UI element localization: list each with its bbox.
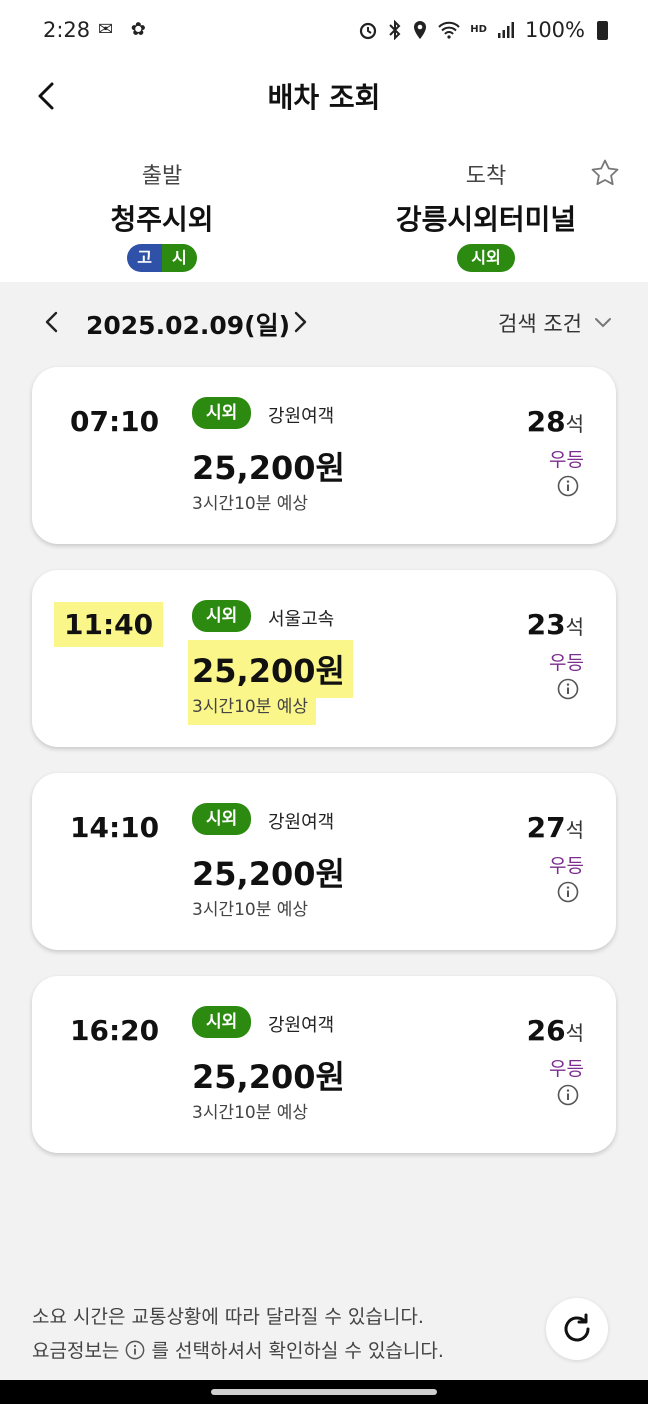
bus-type-badge: 시외 <box>192 600 252 632</box>
bus-card[interactable]: 16:20 시외 강원여객 25,200원 3시간10분 예상 26석 우등 <box>32 976 616 1153</box>
fare-price: 25,200원 <box>192 644 349 694</box>
intercity-tag: 시 <box>162 244 197 272</box>
alarm-icon <box>360 22 377 40</box>
seat-class: 우등 <box>549 855 584 877</box>
route-summary: 출발 청주시외 고 시 도착 강릉시외터미널 시외 <box>0 130 648 282</box>
bus-company: 서울고속 <box>268 609 335 630</box>
seat-count: 26 <box>526 1014 566 1047</box>
bus-company: 강원여객 <box>268 812 335 833</box>
bus-company: 강원여객 <box>268 406 335 427</box>
trip-duration: 3시간10분 예상 <box>192 494 309 514</box>
express-tag: 고 <box>127 244 162 272</box>
remaining-seats: 28석 <box>527 405 584 438</box>
departure-label: 출발 <box>141 164 183 189</box>
arrival-section: 도착 강릉시외터미널 시외 <box>324 130 648 272</box>
chevron-left-icon[interactable] <box>40 308 64 336</box>
refresh-button[interactable] <box>546 1298 608 1360</box>
bus-type-badge: 시외 <box>192 803 252 835</box>
seat-unit: 석 <box>565 818 584 842</box>
refresh-icon <box>564 1313 590 1342</box>
notice-line-2-after: 를 선택하셔서 확인하실 수 있습니다. <box>151 1340 444 1362</box>
info-icon <box>126 1340 145 1360</box>
trip-duration: 3시간10분 예상 <box>192 900 309 920</box>
bus-card[interactable]: 07:10 시외 강원여객 25,200원 3시간10분 예상 28석 우등 <box>32 367 616 544</box>
departure-section: 출발 청주시외 고 시 <box>0 130 324 272</box>
bluetooth-icon <box>389 20 401 40</box>
fare-price: 25,200원 <box>192 855 345 893</box>
notification-icons: ✉ ✿ <box>98 19 152 40</box>
selected-date: 2025.02.09(일) <box>86 311 291 340</box>
status-time: 2:28 <box>43 18 91 42</box>
bus-type-badge: 시외 <box>192 1006 252 1038</box>
seat-class: 우등 <box>549 1058 584 1080</box>
app-bar: 배차 조회 <box>0 64 648 130</box>
seat-unit: 석 <box>565 1021 584 1045</box>
departure-time: 07:10 <box>70 405 160 438</box>
intercity-tag: 시외 <box>457 244 515 272</box>
info-icon[interactable] <box>557 475 579 497</box>
fare-price: 25,200원 <box>192 449 345 487</box>
remaining-seats: 27석 <box>527 811 584 844</box>
fare-price: 25,200원 <box>192 1058 345 1096</box>
search-filter-button[interactable]: 검색 조건 <box>498 308 612 338</box>
notice-line-2: 요금정보는 를 선택하셔서 확인하실 수 있습니다. <box>32 1334 444 1368</box>
system-nav-bar <box>0 1380 648 1404</box>
seat-unit: 석 <box>565 412 584 436</box>
departure-time: 14:10 <box>70 811 160 844</box>
home-gesture-handle[interactable] <box>211 1389 437 1395</box>
bus-type-badge: 시외 <box>192 397 252 429</box>
hd-voice-label: HD <box>470 24 487 35</box>
seat-count: 28 <box>526 405 566 438</box>
date-bar: 2025.02.09(일) 검색 조건 <box>0 282 648 362</box>
bus-company: 강원여객 <box>268 1015 335 1036</box>
arrival-tags: 시외 <box>457 244 515 272</box>
notice-line-1: 소요 시간은 교통상황에 따라 달라질 수 있습니다. <box>32 1306 424 1328</box>
bus-card[interactable]: 14:10 시외 강원여객 25,200원 3시간10분 예상 27석 우등 <box>32 773 616 950</box>
seat-count: 23 <box>526 608 566 641</box>
notice-line-2-before: 요금정보는 <box>32 1340 120 1362</box>
arrival-name: 강릉시외터미널 <box>395 203 577 236</box>
trip-duration: 3시간10분 예상 <box>192 690 313 721</box>
seat-class: 우등 <box>549 652 584 674</box>
remaining-seats: 26석 <box>527 1014 584 1047</box>
bus-card[interactable]: 11:40 시외 서울고속 25,200원 3시간10분 예상 23석 우등 <box>32 570 616 747</box>
chevron-right-icon[interactable] <box>288 308 312 336</box>
departure-tags: 고 시 <box>127 244 197 272</box>
battery-icon <box>597 20 608 40</box>
seat-count: 27 <box>526 811 566 844</box>
info-icon[interactable] <box>557 881 579 903</box>
search-filter-label: 검색 조건 <box>498 312 582 336</box>
notice-text: 소요 시간은 교통상황에 따라 달라질 수 있습니다. 요금정보는 를 선택하셔… <box>32 1300 444 1368</box>
status-right-icons: HD 100% <box>358 18 608 42</box>
chevron-down-icon <box>595 318 611 328</box>
battery-percent: 100% <box>524 18 585 42</box>
departure-name: 청주시외 <box>110 203 214 236</box>
location-icon <box>414 21 427 39</box>
favorite-star-icon[interactable] <box>590 158 620 188</box>
page-title: 배차 조회 <box>267 81 381 114</box>
info-icon[interactable] <box>557 678 579 700</box>
departure-time: 11:40 <box>58 606 160 643</box>
wifi-icon <box>438 21 460 39</box>
info-icon[interactable] <box>557 1084 579 1106</box>
remaining-seats: 23석 <box>527 608 584 641</box>
signal-icon <box>497 22 514 38</box>
seat-class: 우등 <box>549 449 584 471</box>
departure-time: 16:20 <box>70 1014 160 1047</box>
status-bar: 2:28 ✉ ✿ HD 100% <box>0 0 648 64</box>
trip-duration: 3시간10분 예상 <box>192 1103 309 1123</box>
seat-unit: 석 <box>565 615 584 639</box>
